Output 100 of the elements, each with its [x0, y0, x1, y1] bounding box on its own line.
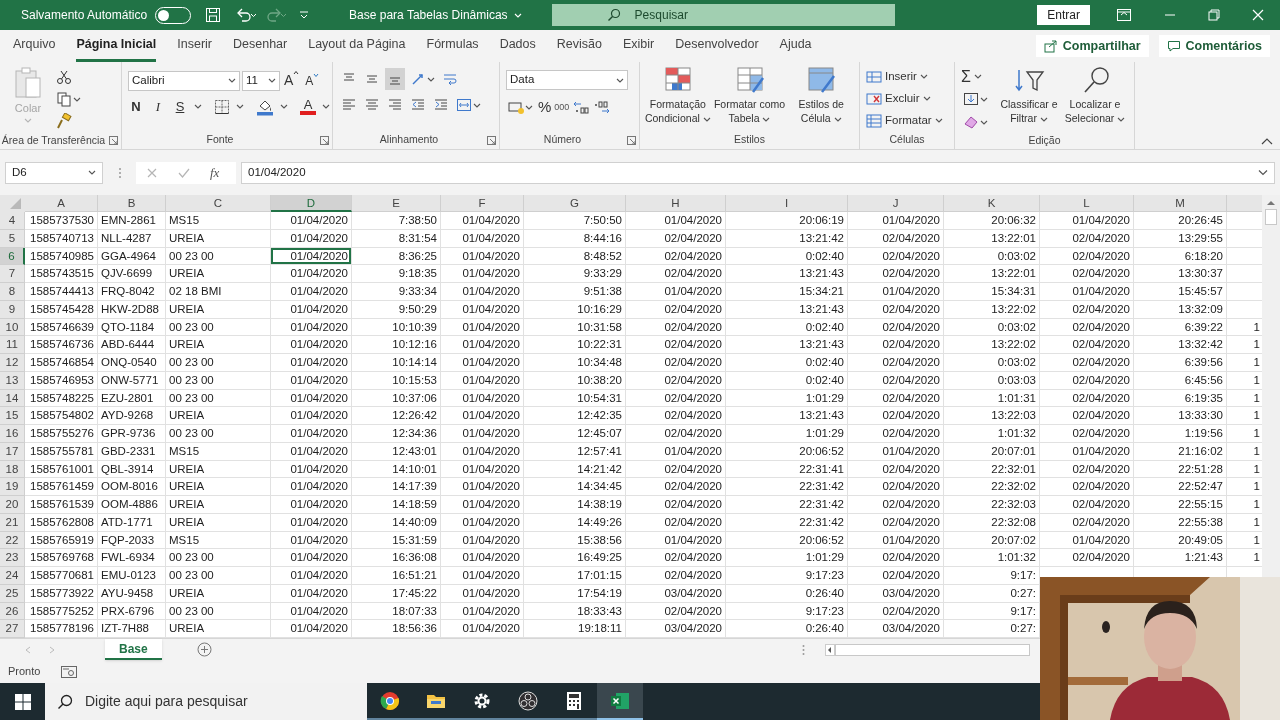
table-cell[interactable]: ONW-5771 [98, 371, 166, 390]
table-cell[interactable]: 13:22:01 [944, 229, 1040, 248]
table-cell[interactable]: 10:54:31 [524, 389, 626, 408]
table-cell[interactable]: 1:21:43 [1134, 549, 1227, 567]
table-cell[interactable]: 01/04/2020 [626, 283, 726, 301]
table-cell[interactable]: 12:42:35 [524, 407, 626, 425]
table-cell[interactable]: 1585754802 [25, 407, 98, 425]
table-cell[interactable]: AYU-9458 [98, 584, 166, 603]
table-cell[interactable]: 20:06:19 [726, 212, 848, 230]
table-cell[interactable]: 16:49:25 [524, 549, 626, 567]
dialog-launcher-icon[interactable] [109, 136, 118, 145]
table-cell[interactable]: FQP-2033 [98, 531, 166, 550]
table-cell[interactable]: 1585775252 [25, 602, 98, 621]
table-cell[interactable]: 02/04/2020 [626, 229, 726, 248]
table-cell[interactable]: 22:32:03 [944, 496, 1040, 514]
column-header[interactable]: H [626, 195, 726, 212]
table-cell[interactable]: 03/04/2020 [848, 584, 944, 603]
menu-tab[interactable]: Arquivo [13, 30, 56, 62]
table-cell[interactable]: 22:55:15 [1134, 496, 1227, 514]
table-cell[interactable]: UREIA [166, 229, 271, 248]
table-cell[interactable]: 8:31:54 [352, 229, 441, 248]
column-header[interactable]: D [271, 195, 352, 212]
table-cell[interactable]: 01/04/2020 [271, 478, 352, 496]
table-cell[interactable]: 0:02:40 [726, 371, 848, 390]
borders-icon[interactable] [214, 98, 230, 115]
table-cell[interactable]: 1585743515 [25, 265, 98, 283]
menu-tab[interactable]: Desenhar [233, 30, 288, 62]
table-cell[interactable]: HKW-2D88 [98, 300, 166, 319]
scroll-left-icon[interactable] [824, 643, 835, 656]
save-icon[interactable] [205, 7, 222, 23]
table-cell[interactable]: 9:33:34 [352, 283, 441, 301]
table-cell[interactable]: 20:49:05 [1134, 531, 1227, 550]
table-cell[interactable]: 01/04/2020 [271, 247, 352, 266]
currency-icon[interactable] [508, 99, 524, 116]
table-cell[interactable]: 01/04/2020 [1040, 283, 1134, 301]
table-cell[interactable]: 1:01:29 [726, 549, 848, 567]
menu-tab[interactable]: Inserir [177, 30, 212, 62]
table-cell[interactable]: 01/04/2020 [441, 442, 524, 461]
align-center-icon[interactable] [364, 97, 380, 113]
table-cell[interactable]: QBL-3914 [98, 460, 166, 479]
table-cell[interactable]: 01/04/2020 [441, 478, 524, 496]
table-cell[interactable]: 0:03:02 [944, 354, 1040, 372]
table-cell[interactable]: 02/04/2020 [1040, 549, 1134, 567]
table-cell[interactable]: 21:16:02 [1134, 442, 1227, 461]
table-cell[interactable]: 02/04/2020 [1040, 407, 1134, 425]
align-right-icon[interactable] [387, 97, 403, 113]
table-cell[interactable]: 02/04/2020 [848, 602, 944, 621]
table-cell[interactable]: 8:48:52 [524, 247, 626, 266]
table-cell[interactable]: ONQ-0540 [98, 354, 166, 372]
scroll-thumb[interactable] [1265, 209, 1277, 225]
column-header[interactable]: F [441, 195, 524, 212]
table-cell[interactable]: 13:21:43 [726, 336, 848, 354]
table-cell[interactable]: 18:33:43 [524, 602, 626, 621]
spreadsheet-app-icon[interactable] [610, 690, 630, 711]
table-cell[interactable]: 1:01:31 [944, 389, 1040, 408]
copy-icon[interactable] [56, 91, 72, 107]
table-cell[interactable]: 8:36:25 [352, 247, 441, 266]
table-cell[interactable]: 0:26:40 [726, 584, 848, 603]
table-cell[interactable]: 01/04/2020 [271, 584, 352, 603]
close-icon[interactable] [1252, 9, 1264, 21]
column-header[interactable]: J [848, 195, 944, 212]
table-cell[interactable]: 01/04/2020 [271, 602, 352, 621]
increase-indent-icon[interactable] [433, 97, 449, 113]
table-cell[interactable]: 02/04/2020 [626, 354, 726, 372]
dialog-launcher-icon[interactable] [627, 135, 636, 145]
table-cell[interactable]: 01/04/2020 [441, 602, 524, 621]
thousands-button[interactable]: 000 [554, 100, 570, 114]
table-cell[interactable]: 01/04/2020 [848, 531, 944, 550]
table-cell[interactable]: 10:15:53 [352, 371, 441, 390]
table-cell[interactable]: 14:17:39 [352, 478, 441, 496]
table-cell[interactable]: 14:21:42 [524, 460, 626, 479]
table-cell[interactable]: 6:18:20 [1134, 247, 1227, 266]
table-cell[interactable]: 01/04/2020 [271, 265, 352, 283]
table-cell[interactable]: NLL-4287 [98, 229, 166, 248]
table-cell[interactable]: 15:38:56 [524, 531, 626, 550]
table-cell[interactable]: 02/04/2020 [626, 496, 726, 514]
table-cell[interactable]: EZU-2801 [98, 389, 166, 408]
table-cell[interactable]: 9:18:35 [352, 265, 441, 283]
number-format-field[interactable]: Data [506, 70, 628, 90]
table-cell[interactable]: 1:01:29 [726, 425, 848, 443]
table-cell[interactable]: 22:31:42 [726, 496, 848, 514]
sign-in-button[interactable]: Entrar [1037, 5, 1090, 25]
table-cell[interactable]: 01/04/2020 [441, 371, 524, 390]
table-cell[interactable]: 22:31:42 [726, 478, 848, 496]
table-cell[interactable]: 20:07:02 [944, 531, 1040, 550]
table-cell[interactable]: 01/04/2020 [441, 460, 524, 479]
column-header[interactable]: I [726, 195, 848, 212]
table-cell[interactable]: 1585745428 [25, 300, 98, 319]
table-cell[interactable]: 13:29:55 [1134, 229, 1227, 248]
table-cell[interactable]: 01/04/2020 [271, 442, 352, 461]
underline-button[interactable]: S [172, 97, 188, 117]
row-header[interactable]: 24 [0, 567, 25, 585]
table-cell[interactable]: AYD-9268 [98, 407, 166, 425]
table-cell[interactable]: 0:03:02 [944, 247, 1040, 266]
column-header[interactable]: M [1134, 195, 1227, 212]
table-cell[interactable]: 12:43:01 [352, 442, 441, 461]
table-cell[interactable]: 12:45:07 [524, 425, 626, 443]
table-cell[interactable]: 01/04/2020 [271, 389, 352, 408]
table-cell[interactable]: 02/04/2020 [626, 602, 726, 621]
table-cell[interactable]: GPR-9736 [98, 425, 166, 443]
